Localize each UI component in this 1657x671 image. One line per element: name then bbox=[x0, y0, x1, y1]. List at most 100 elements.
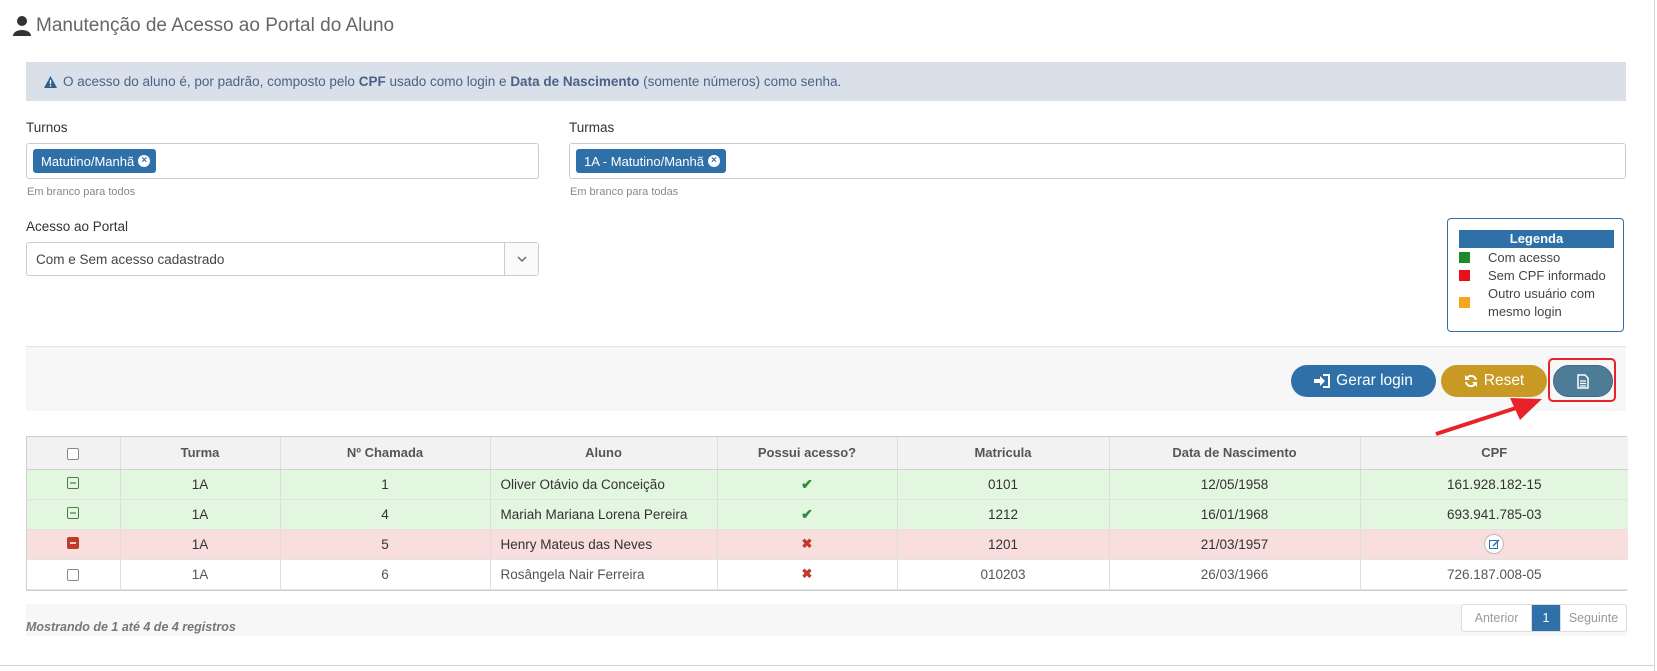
column-header[interactable]: Data de Nascimento bbox=[1109, 437, 1361, 470]
select-all-checkbox[interactable] bbox=[67, 447, 80, 460]
turnos-tag: Matutino/Manhã × bbox=[33, 149, 157, 173]
table-row[interactable]: 1A 4 Mariah Mariana Lorena Pereira ✔ 121… bbox=[27, 499, 1628, 530]
matricula-cell: 0101 bbox=[897, 469, 1110, 500]
turma-cell: 1A bbox=[120, 499, 281, 530]
pagination-next[interactable]: Seguinte bbox=[1560, 605, 1626, 631]
pagination-page[interactable]: 1 bbox=[1532, 605, 1560, 631]
aluno-cell: Rosângela Nair Ferreira bbox=[490, 559, 718, 590]
cpf-cell: 693.941.785-03 bbox=[1360, 499, 1628, 530]
acesso-cell: ✖ bbox=[717, 559, 898, 590]
alert-text-mid: usado como login e bbox=[389, 74, 507, 89]
acesso-cell: ✔ bbox=[717, 469, 898, 500]
check-icon: ✔ bbox=[801, 505, 813, 522]
acesso-label: Acesso ao Portal bbox=[26, 219, 129, 234]
table-footer bbox=[26, 604, 1627, 636]
column-header[interactable]: CPF bbox=[1360, 437, 1628, 470]
alert-data-nascimento: Data de Nascimento bbox=[510, 74, 640, 89]
chamada-cell: 6 bbox=[280, 559, 491, 590]
edit-cpf-button[interactable] bbox=[1484, 534, 1505, 554]
table-info: Mostrando de 1 até 4 de 4 registros bbox=[26, 620, 236, 634]
page-title: Manutenção de Acesso ao Portal do Aluno bbox=[12, 12, 394, 40]
legend-item-label: Outro usuário com mesmo login bbox=[1488, 286, 1595, 319]
remove-tag-icon[interactable]: × bbox=[138, 155, 151, 167]
acesso-cell: ✖ bbox=[717, 529, 898, 560]
red-arrow-annotation bbox=[1435, 398, 1542, 436]
students-table: Turma Nº Chamada Aluno Possui acesso? Ma… bbox=[26, 436, 1628, 591]
alert-text-post: (somente números) como senha. bbox=[643, 74, 842, 89]
acesso-select-value: Com e Sem acesso cadastrado bbox=[36, 251, 225, 267]
legend-item: Sem CPF informado bbox=[1459, 267, 1606, 285]
nascimento-cell: 21/03/1957 bbox=[1109, 529, 1361, 560]
chamada-cell: 1 bbox=[280, 469, 491, 500]
alert-cpf: CPF bbox=[358, 74, 386, 89]
cpf-cell: 726.187.008-05 bbox=[1360, 559, 1628, 590]
chamada-cell: 4 bbox=[280, 499, 491, 530]
cross-icon: ✖ bbox=[801, 536, 813, 551]
warning-icon bbox=[44, 75, 57, 88]
aluno-cell: Mariah Mariana Lorena Pereira bbox=[490, 499, 718, 530]
acesso-select[interactable]: Com e Sem acesso cadastrado bbox=[26, 242, 539, 276]
check-icon: ✔ bbox=[801, 475, 813, 492]
turmas-multiselect[interactable]: 1A - Matutino/Manhã × bbox=[569, 143, 1626, 179]
pagination-prev[interactable]: Anterior bbox=[1462, 605, 1532, 631]
gerar-login-button[interactable]: Gerar login bbox=[1291, 365, 1436, 397]
turmas-tag-label: 1A - Matutino/Manhã bbox=[584, 153, 704, 169]
sign-in-icon bbox=[1314, 374, 1331, 388]
minus-square-icon[interactable] bbox=[67, 536, 80, 549]
table-row[interactable]: 1A 6 Rosângela Nair Ferreira ✖ 010203 26… bbox=[27, 559, 1628, 590]
acesso-cell: ✔ bbox=[717, 499, 898, 530]
column-header[interactable]: Possui acesso? bbox=[717, 437, 898, 470]
highlight-box bbox=[1548, 358, 1616, 402]
turma-cell: 1A bbox=[120, 529, 281, 560]
user-icon bbox=[12, 15, 32, 37]
turnos-multiselect[interactable]: Matutino/Manhã × bbox=[26, 143, 539, 179]
legend-title: Legenda bbox=[1459, 230, 1614, 248]
turmas-label: Turmas bbox=[569, 120, 615, 135]
legend-box: Legenda Com acesso Sem CPF informado Out… bbox=[1447, 218, 1624, 332]
column-header[interactable]: Aluno bbox=[490, 437, 718, 470]
legend-swatch bbox=[1459, 252, 1470, 263]
aluno-cell: Henry Mateus das Neves bbox=[490, 529, 718, 560]
minus-square-icon[interactable] bbox=[67, 476, 80, 489]
legend-swatch bbox=[1459, 270, 1470, 281]
turma-cell: 1A bbox=[120, 559, 281, 590]
remove-tag-icon[interactable]: × bbox=[707, 155, 720, 167]
page-bottom-border bbox=[0, 665, 1655, 666]
chamada-cell: 5 bbox=[280, 529, 491, 560]
nascimento-cell: 26/03/1966 bbox=[1109, 559, 1361, 590]
chevron-down-icon[interactable] bbox=[504, 243, 538, 275]
refresh-icon bbox=[1464, 374, 1478, 388]
turmas-tag: 1A - Matutino/Manhã × bbox=[576, 149, 726, 173]
row-select-cell bbox=[27, 559, 121, 590]
matricula-cell: 1201 bbox=[897, 529, 1110, 560]
column-header[interactable]: Nº Chamada bbox=[280, 437, 491, 470]
row-select-cell bbox=[27, 469, 121, 500]
turmas-help: Em branco para todas bbox=[570, 186, 679, 198]
column-header[interactable]: Turma bbox=[120, 437, 281, 470]
legend-item: Com acesso bbox=[1459, 249, 1560, 267]
matricula-cell: 1212 bbox=[897, 499, 1110, 530]
legend-swatch bbox=[1459, 297, 1470, 308]
column-header[interactable]: Matricula bbox=[897, 437, 1110, 470]
table-row[interactable]: 1A 5 Henry Mateus das Neves ✖ 1201 21/03… bbox=[27, 529, 1628, 560]
cross-icon: ✖ bbox=[801, 566, 813, 581]
reset-label: Reset bbox=[1483, 372, 1525, 389]
row-checkbox[interactable] bbox=[67, 568, 80, 581]
legend-item-label: Sem CPF informado bbox=[1488, 268, 1606, 283]
alert-text-pre: O acesso do aluno é, por padrão, compost… bbox=[63, 74, 355, 89]
page-title-text: Manutenção de Acesso ao Portal do Aluno bbox=[36, 15, 395, 36]
row-select-cell bbox=[27, 529, 121, 560]
pagination: Anterior 1 Seguinte bbox=[1461, 604, 1627, 632]
turnos-label: Turnos bbox=[26, 120, 68, 135]
legend-item: Outro usuário com mesmo login bbox=[1459, 285, 1617, 321]
cpf-cell: 161.928.182-15 bbox=[1360, 469, 1628, 500]
action-bar: Gerar login Reset bbox=[26, 346, 1626, 411]
aluno-cell: Oliver Otávio da Conceição bbox=[490, 469, 718, 500]
select-all-cell bbox=[27, 437, 121, 470]
minus-square-icon[interactable] bbox=[67, 506, 80, 519]
table-row[interactable]: 1A 1 Oliver Otávio da Conceição ✔ 0101 1… bbox=[27, 469, 1628, 500]
turma-cell: 1A bbox=[120, 469, 281, 500]
nascimento-cell: 16/01/1968 bbox=[1109, 499, 1361, 530]
turnos-tag-label: Matutino/Manhã bbox=[41, 153, 135, 169]
row-select-cell bbox=[27, 499, 121, 530]
